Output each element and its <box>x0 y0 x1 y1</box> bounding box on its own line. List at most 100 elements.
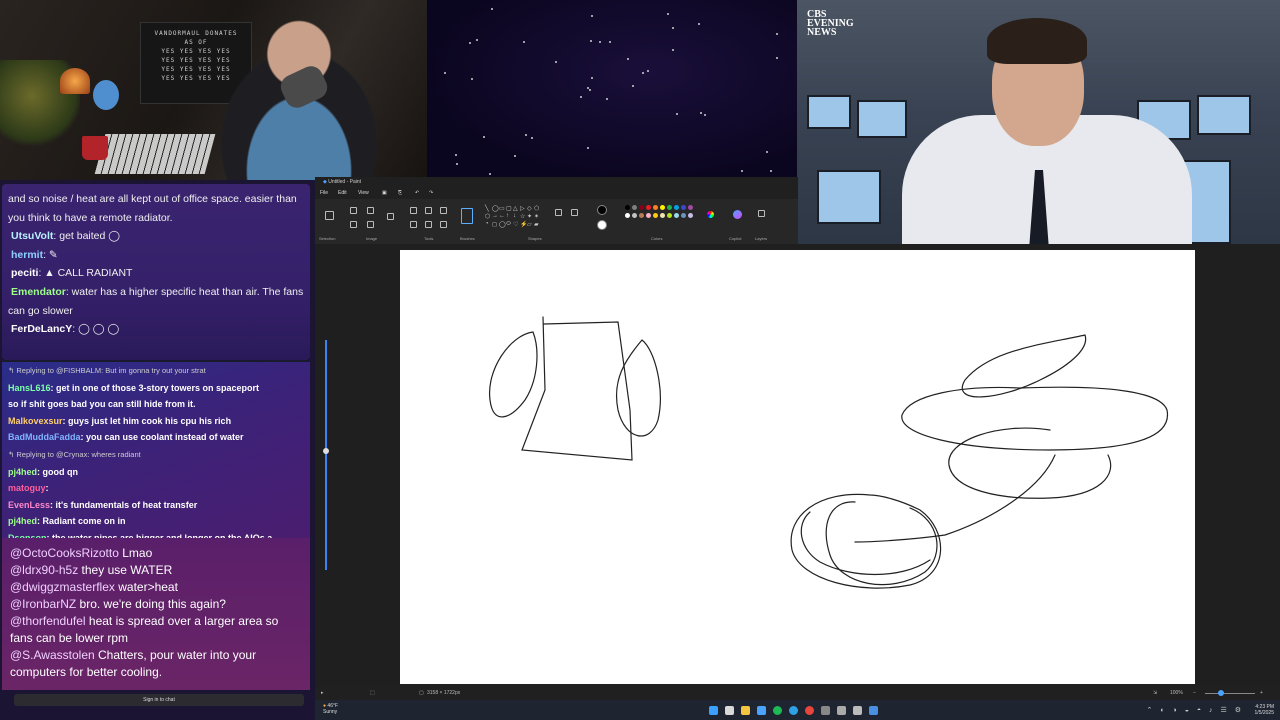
save-icon[interactable]: ▣ <box>382 187 387 199</box>
color-swatch[interactable] <box>646 213 651 218</box>
magnifier-icon[interactable] <box>440 221 447 228</box>
zoom-slider-thumb[interactable] <box>1218 690 1224 696</box>
shape-option-icon[interactable]: ◇ <box>527 205 532 212</box>
menu-file[interactable]: File <box>320 187 328 199</box>
undo-icon[interactable]: ↶ <box>415 187 419 199</box>
clock[interactable]: 4:23 PM 1/5/2025 <box>1255 704 1274 716</box>
file-explorer-icon[interactable] <box>741 706 750 715</box>
zoom-slider[interactable] <box>1205 693 1255 694</box>
rotate-icon[interactable] <box>350 221 357 228</box>
pencil-icon[interactable] <box>410 207 417 214</box>
color-swatch[interactable] <box>639 213 644 218</box>
selection-icon[interactable] <box>325 211 334 220</box>
color-swatch[interactable] <box>688 213 693 218</box>
shape-option-icon[interactable]: ◯ <box>499 221 506 228</box>
color-swatch[interactable] <box>681 205 686 210</box>
status-bar: ▸ ⬚ ▢ 3158 × 1722px ⇲ 100% − + <box>315 686 1280 700</box>
resize-icon[interactable] <box>367 207 374 214</box>
spotify-icon[interactable] <box>773 706 782 715</box>
shape-option-icon[interactable]: ⬭ <box>506 221 511 228</box>
shape-option-icon[interactable]: ◔ <box>485 221 489 227</box>
shape-option-icon[interactable]: ← <box>499 213 505 219</box>
flip-icon[interactable] <box>367 221 374 228</box>
eraser-icon[interactable] <box>410 221 417 228</box>
shape-option-icon[interactable]: ✦ <box>527 213 532 220</box>
edit-colors-icon[interactable] <box>707 211 714 218</box>
shape-option-icon[interactable]: ╲ <box>485 205 489 212</box>
primary-color[interactable] <box>597 205 607 215</box>
color-swatch[interactable] <box>667 213 672 218</box>
chrome-icon[interactable] <box>805 706 814 715</box>
zoom-track[interactable] <box>325 340 327 570</box>
search-icon[interactable] <box>725 706 734 715</box>
zoom-in-icon[interactable]: + <box>1260 686 1263 700</box>
menu-view[interactable]: View <box>358 187 369 199</box>
text-icon[interactable] <box>440 207 447 214</box>
shape-option-icon[interactable]: ▱ <box>527 221 532 228</box>
fill-style-icon[interactable] <box>571 209 578 216</box>
shape-option-icon[interactable]: ◻ <box>492 221 497 228</box>
color-swatch[interactable] <box>674 213 679 218</box>
shape-option-icon[interactable]: ♡ <box>513 221 518 228</box>
color-swatch[interactable] <box>632 213 637 218</box>
shape-option-icon[interactable]: ☆ <box>520 213 525 220</box>
color-picker-icon[interactable] <box>425 221 432 228</box>
system-tray[interactable]: ⌃ ◐ ◑ ◒ ◓ ♪ ☰ ⚙ <box>1147 706 1244 714</box>
shape-option-icon[interactable]: △ <box>513 205 518 212</box>
shape-option-icon[interactable]: ▭ <box>499 205 505 212</box>
color-swatch[interactable] <box>625 205 630 210</box>
color-swatch[interactable] <box>681 213 686 218</box>
vertical-scrollbar[interactable] <box>1270 280 1276 680</box>
sign-in-to-chat-button[interactable]: Sign in to chat <box>14 694 304 706</box>
copilot-icon[interactable] <box>733 210 742 219</box>
color-swatch[interactable] <box>653 213 658 218</box>
color-swatch[interactable] <box>660 213 665 218</box>
weather-widget[interactable]: ● 46°F Sunny <box>323 703 338 715</box>
fit-icon[interactable]: ⇲ <box>1153 686 1157 700</box>
app-icon[interactable] <box>821 706 830 715</box>
store-icon[interactable] <box>757 706 766 715</box>
shape-option-icon[interactable]: ▰ <box>534 221 539 228</box>
edge-icon[interactable] <box>789 706 798 715</box>
color-palette[interactable] <box>613 205 713 235</box>
zoom-level[interactable]: 100% <box>1170 686 1183 700</box>
color-swatch[interactable] <box>625 213 630 218</box>
color-swatch[interactable] <box>646 205 651 210</box>
zoom-handle[interactable] <box>323 448 329 454</box>
shape-option-icon[interactable]: ✶ <box>534 213 539 220</box>
start-icon[interactable] <box>709 706 718 715</box>
layers-icon[interactable] <box>758 210 765 217</box>
color-swatch[interactable] <box>639 205 644 210</box>
share-icon[interactable]: ⎘ <box>398 187 402 199</box>
crop-icon[interactable] <box>350 207 357 214</box>
brushes-icon[interactable] <box>461 208 473 224</box>
paint-taskbar-icon[interactable] <box>869 706 878 715</box>
shapes-gallery[interactable]: ╲ ◯ ▭ ▢ △ ▷ ◇ ⬠ ⬡ → ← ↑ ↓ ☆ ✦ ✶ ◔ ◻ ◯ ⬭ ♡ ⚡ ▱ ▰ <box>485 205 545 231</box>
shape-option-icon[interactable]: ↑ <box>506 213 509 219</box>
zoom-out-icon[interactable]: − <box>1193 686 1196 700</box>
shape-option-icon[interactable]: → <box>492 213 498 219</box>
outline-icon[interactable] <box>555 209 562 216</box>
app-icon[interactable] <box>837 706 846 715</box>
color-swatch[interactable] <box>667 205 672 210</box>
redo-icon[interactable]: ↷ <box>429 187 433 199</box>
fill-icon[interactable] <box>425 207 432 214</box>
shape-option-icon[interactable]: ↓ <box>513 213 516 219</box>
news-video[interactable]: CBS EVENING NEWS ⚙ ⛶ <box>797 0 1280 270</box>
color-swatch[interactable] <box>653 205 658 210</box>
color-swatch[interactable] <box>688 205 693 210</box>
menu-edit[interactable]: Edit <box>338 187 347 199</box>
color-swatch[interactable] <box>660 205 665 210</box>
shape-option-icon[interactable]: ⬡ <box>485 213 490 220</box>
zoom-rail[interactable] <box>320 330 332 570</box>
secondary-color[interactable] <box>597 220 607 230</box>
shape-option-icon[interactable]: ◯ <box>492 205 499 212</box>
color-swatch[interactable] <box>674 205 679 210</box>
shape-option-icon[interactable]: ⬠ <box>534 205 539 212</box>
settings-icon[interactable] <box>853 706 862 715</box>
color-swatch[interactable] <box>632 205 637 210</box>
shape-option-icon[interactable]: ▷ <box>520 205 525 212</box>
drawing-canvas[interactable] <box>400 250 1195 684</box>
image-icon[interactable] <box>387 213 394 220</box>
shape-option-icon[interactable]: ▢ <box>506 205 512 212</box>
